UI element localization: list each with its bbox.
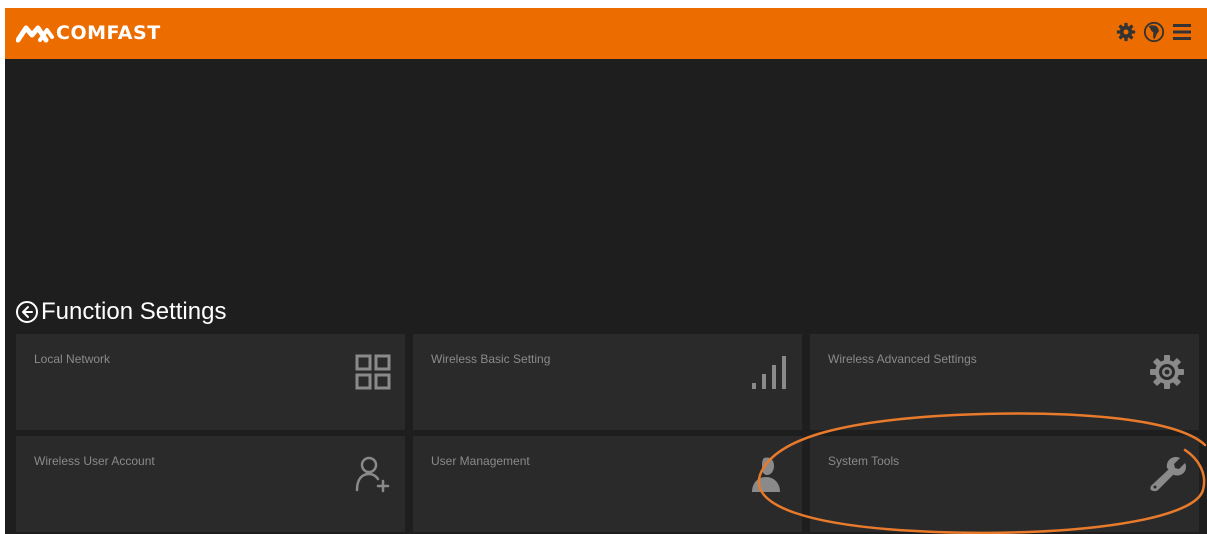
- tile-local-network[interactable]: Local Network: [16, 334, 405, 430]
- tile-label: Wireless User Account: [34, 454, 155, 468]
- comfast-logo-icon: [16, 25, 54, 43]
- menu-icon: [1173, 24, 1191, 40]
- user-icon: [750, 454, 790, 494]
- header-actions: [1115, 19, 1193, 45]
- tile-system-tools[interactable]: System Tools: [810, 436, 1199, 532]
- tile-wireless-basic-setting[interactable]: Wireless Basic Setting: [413, 334, 802, 430]
- globe-icon: [1143, 21, 1165, 43]
- menu-button[interactable]: [1171, 19, 1193, 45]
- back-arrow-icon[interactable]: [15, 300, 39, 324]
- tile-label: Wireless Advanced Settings: [828, 352, 977, 366]
- tile-label: System Tools: [828, 454, 900, 468]
- tile-label: Wireless Basic Setting: [431, 352, 551, 366]
- page-title-text: Function Settings: [41, 298, 227, 325]
- tile-label: User Management: [431, 454, 530, 468]
- tile-label: Local Network: [34, 352, 111, 366]
- language-globe-button[interactable]: [1143, 19, 1165, 45]
- add-user-icon: [353, 454, 393, 494]
- brand-logo[interactable]: COMFAST: [16, 21, 161, 45]
- grid-icon: [353, 352, 393, 392]
- wrench-icon: [1147, 454, 1187, 494]
- tile-user-management[interactable]: User Management: [413, 436, 802, 532]
- gear-icon: [1116, 22, 1136, 42]
- signal-bars-icon: [750, 352, 790, 392]
- top-bar: COMFAST: [5, 8, 1207, 59]
- gear-icon: [1147, 352, 1187, 392]
- app-window: COMFAST Function Settings Local Network …: [5, 8, 1207, 534]
- tile-wireless-advanced-settings[interactable]: Wireless Advanced Settings: [810, 334, 1199, 430]
- brand-name: COMFAST: [56, 22, 161, 44]
- settings-gear-button[interactable]: [1115, 19, 1137, 45]
- function-tiles-grid: Local Network Wireless Basic Setting Wir…: [16, 334, 1199, 532]
- tile-wireless-user-account[interactable]: Wireless User Account: [16, 436, 405, 532]
- page-title: Function Settings: [15, 297, 226, 327]
